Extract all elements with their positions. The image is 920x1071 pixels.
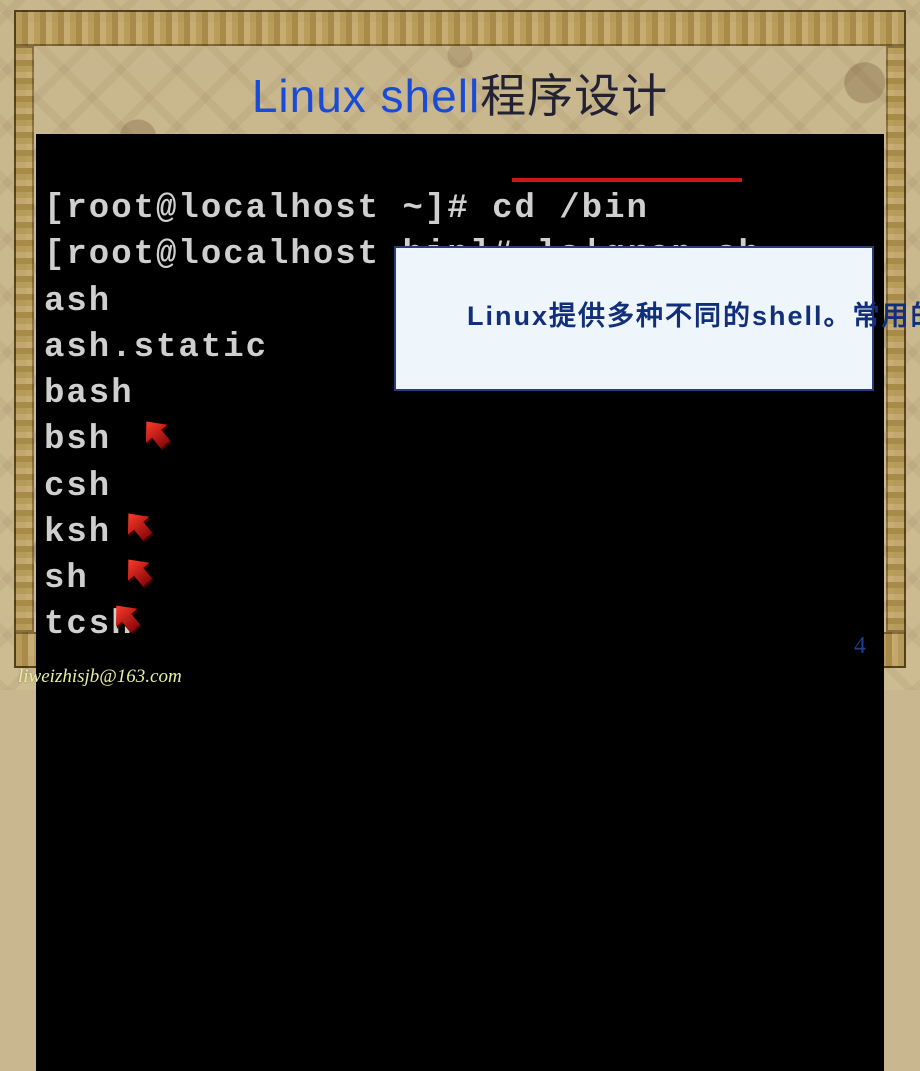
terminal-line: csh xyxy=(44,468,111,506)
arrow-icon xyxy=(138,324,174,358)
footer-email: liweizhisjb@163.com xyxy=(18,666,182,688)
terminal-line: [root@localhost ~]# cd /bin xyxy=(44,190,649,228)
slide-title: Linux shell程序设计 xyxy=(34,60,886,126)
arrow-icon xyxy=(108,508,144,542)
terminal-line: sh xyxy=(44,560,89,598)
page-number: 4 xyxy=(854,633,866,660)
slide-content: Linux shell程序设计 [root@localhost ~]# cd /… xyxy=(34,46,886,632)
terminal-line: bash xyxy=(44,375,134,413)
title-cjk: 程序设计 xyxy=(480,71,668,122)
info-callout: Linux提供多种不同的shell。常用的有Bourne shell(简称sh)… xyxy=(394,246,874,391)
terminal-line: ksh xyxy=(44,514,111,552)
title-latin: Linux shell xyxy=(252,70,480,122)
red-underline xyxy=(512,178,742,182)
callout-text: Linux提供多种不同的shell。常用的有Bourne shell(简称sh)… xyxy=(467,301,920,331)
terminal-line: ash xyxy=(44,283,111,321)
arrow-icon xyxy=(120,462,156,496)
terminal-screenshot: [root@localhost ~]# cd /bin [root@localh… xyxy=(36,134,884,1071)
terminal-line: bsh xyxy=(44,421,111,459)
arrow-icon xyxy=(120,416,156,450)
